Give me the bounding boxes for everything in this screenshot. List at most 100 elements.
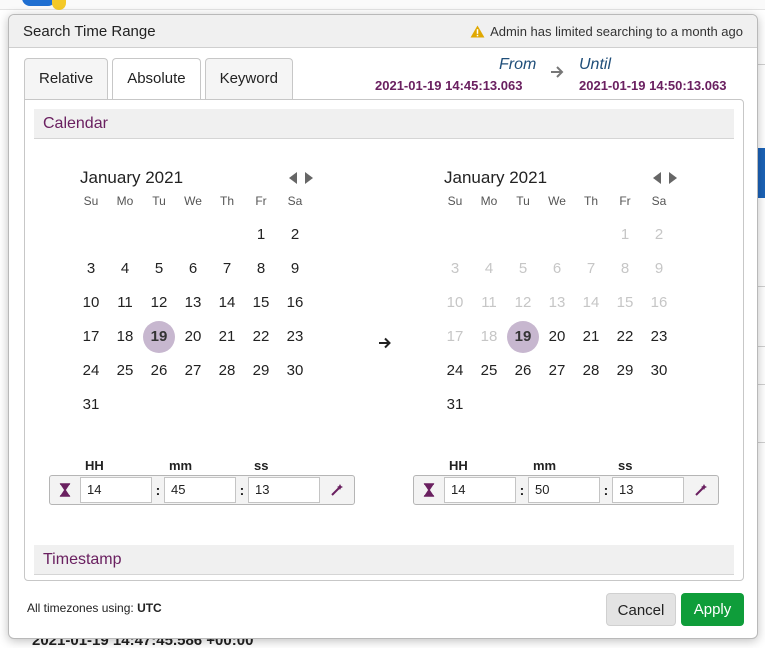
time-separator: : (603, 482, 609, 498)
weekday-label: Su (447, 194, 463, 208)
calendar-day[interactable]: 20 (540, 320, 574, 354)
chevron-left-icon[interactable] (289, 172, 297, 184)
calendar-day[interactable]: 5 (142, 252, 176, 286)
calendar-empty-cell (506, 218, 540, 252)
calendar-day: 14 (582, 294, 600, 311)
cancel-button[interactable]: Cancel (606, 593, 676, 626)
from-second-input[interactable]: 13 (248, 477, 320, 503)
chevron-right-icon[interactable] (305, 172, 313, 184)
tab-keyword[interactable]: Keyword (204, 58, 293, 99)
time-label-hh: HH (85, 458, 104, 473)
calendar-day[interactable]: 29 (608, 354, 642, 388)
from-label: From (499, 56, 537, 73)
calendar-day[interactable]: 23 (642, 320, 676, 354)
absolute-panel: Calendar January 2021 Su Mo Tu We Th Fr Sa 1 2 3 4… (24, 99, 744, 581)
tab-absolute[interactable]: Absolute (112, 58, 201, 100)
calendar-day[interactable]: 21 (210, 320, 244, 354)
calendar-day[interactable]: 7 (210, 252, 244, 286)
timezone-prefix: All timezones using: (27, 601, 138, 615)
calendar-day[interactable]: 25 (108, 354, 142, 388)
calendar-day-grid: Su Mo Tu We Th Fr Sa 1 2 3 4 5 6 7 8 9 10 11 12 13 14 15 16 17 1… (74, 194, 312, 422)
calendar-day[interactable]: 11 (108, 286, 142, 320)
calendar-day[interactable]: 26 (142, 354, 176, 388)
calendar-day[interactable]: 18 (108, 320, 142, 354)
chevron-right-icon[interactable] (669, 172, 677, 184)
calendar-day[interactable]: 6 (176, 252, 210, 286)
calendar-day: 5 (518, 260, 528, 277)
hourglass-icon[interactable] (50, 476, 80, 504)
weekday-label: Th (219, 194, 234, 208)
background-divider (757, 442, 765, 443)
calendar-day[interactable]: 17 (74, 320, 108, 354)
calendar-day[interactable]: 3 (74, 252, 108, 286)
calendar-day: 10 (446, 294, 464, 311)
until-time-inputs: 14 : 50 : 13 (413, 475, 719, 505)
search-limit-warning: Admin has limited searching to a month a… (470, 24, 743, 39)
calendar-day: 3 (450, 260, 460, 277)
until-hour-input[interactable]: 14 (444, 477, 516, 503)
calendar-day[interactable]: 2 (278, 218, 312, 252)
modal-title: Search Time Range (23, 23, 156, 40)
background-divider (757, 346, 765, 347)
from-minute-input[interactable]: 45 (164, 477, 236, 503)
calendar-day[interactable]: 29 (244, 354, 278, 388)
calendar-day[interactable]: 31 (74, 388, 108, 422)
calendar-empty-cell (438, 218, 472, 252)
chevron-left-icon[interactable] (653, 172, 661, 184)
calendar-day[interactable]: 27 (176, 354, 210, 388)
calendar-month-title: January 2021 (444, 168, 548, 187)
range-type-tabs: Relative Absolute Keyword (24, 58, 293, 100)
calendar-day[interactable]: 4 (108, 252, 142, 286)
calendar-day[interactable]: 13 (176, 286, 210, 320)
calendar-day[interactable]: 23 (278, 320, 312, 354)
calendar-day[interactable]: 1 (244, 218, 278, 252)
arrow-right-icon (551, 66, 564, 78)
calendar-day[interactable]: 30 (278, 354, 312, 388)
warning-icon (470, 25, 485, 38)
apply-button[interactable]: Apply (681, 593, 744, 626)
calendar-month-title: January 2021 (80, 168, 184, 187)
until-minute-input[interactable]: 50 (528, 477, 600, 503)
calendar-day[interactable]: 26 (506, 354, 540, 388)
calendar-day: 4 (484, 260, 494, 277)
tab-relative[interactable]: Relative (24, 58, 109, 99)
calendar-day[interactable]: 24 (74, 354, 108, 388)
calendar-day[interactable]: 21 (574, 320, 608, 354)
timestamp-section-header[interactable]: Timestamp (34, 545, 734, 575)
calendar-day[interactable]: 12 (142, 286, 176, 320)
calendar-day[interactable]: 24 (438, 354, 472, 388)
calendar-day[interactable]: 30 (642, 354, 676, 388)
calendar-day[interactable]: 20 (176, 320, 210, 354)
calendar-day[interactable]: 28 (574, 354, 608, 388)
until-second-input[interactable]: 13 (612, 477, 684, 503)
calendar-day: 9 (654, 260, 664, 277)
magic-wand-icon[interactable] (686, 476, 716, 504)
magic-wand-icon[interactable] (322, 476, 352, 504)
weekday-label: Mo (480, 194, 498, 208)
hourglass-icon[interactable] (414, 476, 444, 504)
calendar-day[interactable]: 10 (74, 286, 108, 320)
time-label-hh: HH (449, 458, 468, 473)
calendar-day[interactable]: 27 (540, 354, 574, 388)
calendar-day[interactable]: 15 (244, 286, 278, 320)
calendar-day[interactable]: 25 (472, 354, 506, 388)
calendar-day[interactable]: 14 (210, 286, 244, 320)
calendar-day[interactable]: 22 (608, 320, 642, 354)
calendar-day: 18 (480, 328, 498, 345)
calendar-day[interactable]: 31 (438, 388, 472, 422)
time-separator: : (155, 482, 161, 498)
from-hour-input[interactable]: 14 (80, 477, 152, 503)
calendar-day[interactable]: 8 (244, 252, 278, 286)
calendar-day[interactable]: 28 (210, 354, 244, 388)
calendar-day[interactable]: 22 (244, 320, 278, 354)
background-toggle (22, 0, 56, 6)
weekday-label: Fr (255, 194, 267, 208)
weekday-label: We (548, 194, 566, 208)
calendar-day-selected[interactable]: 19 (142, 320, 176, 354)
calendar-nav (289, 172, 313, 184)
weekday-label: We (184, 194, 202, 208)
calendar-section-header[interactable]: Calendar (34, 109, 734, 139)
calendar-day[interactable]: 16 (278, 286, 312, 320)
calendar-day[interactable]: 9 (278, 252, 312, 286)
calendar-day-selected[interactable]: 19 (506, 320, 540, 354)
